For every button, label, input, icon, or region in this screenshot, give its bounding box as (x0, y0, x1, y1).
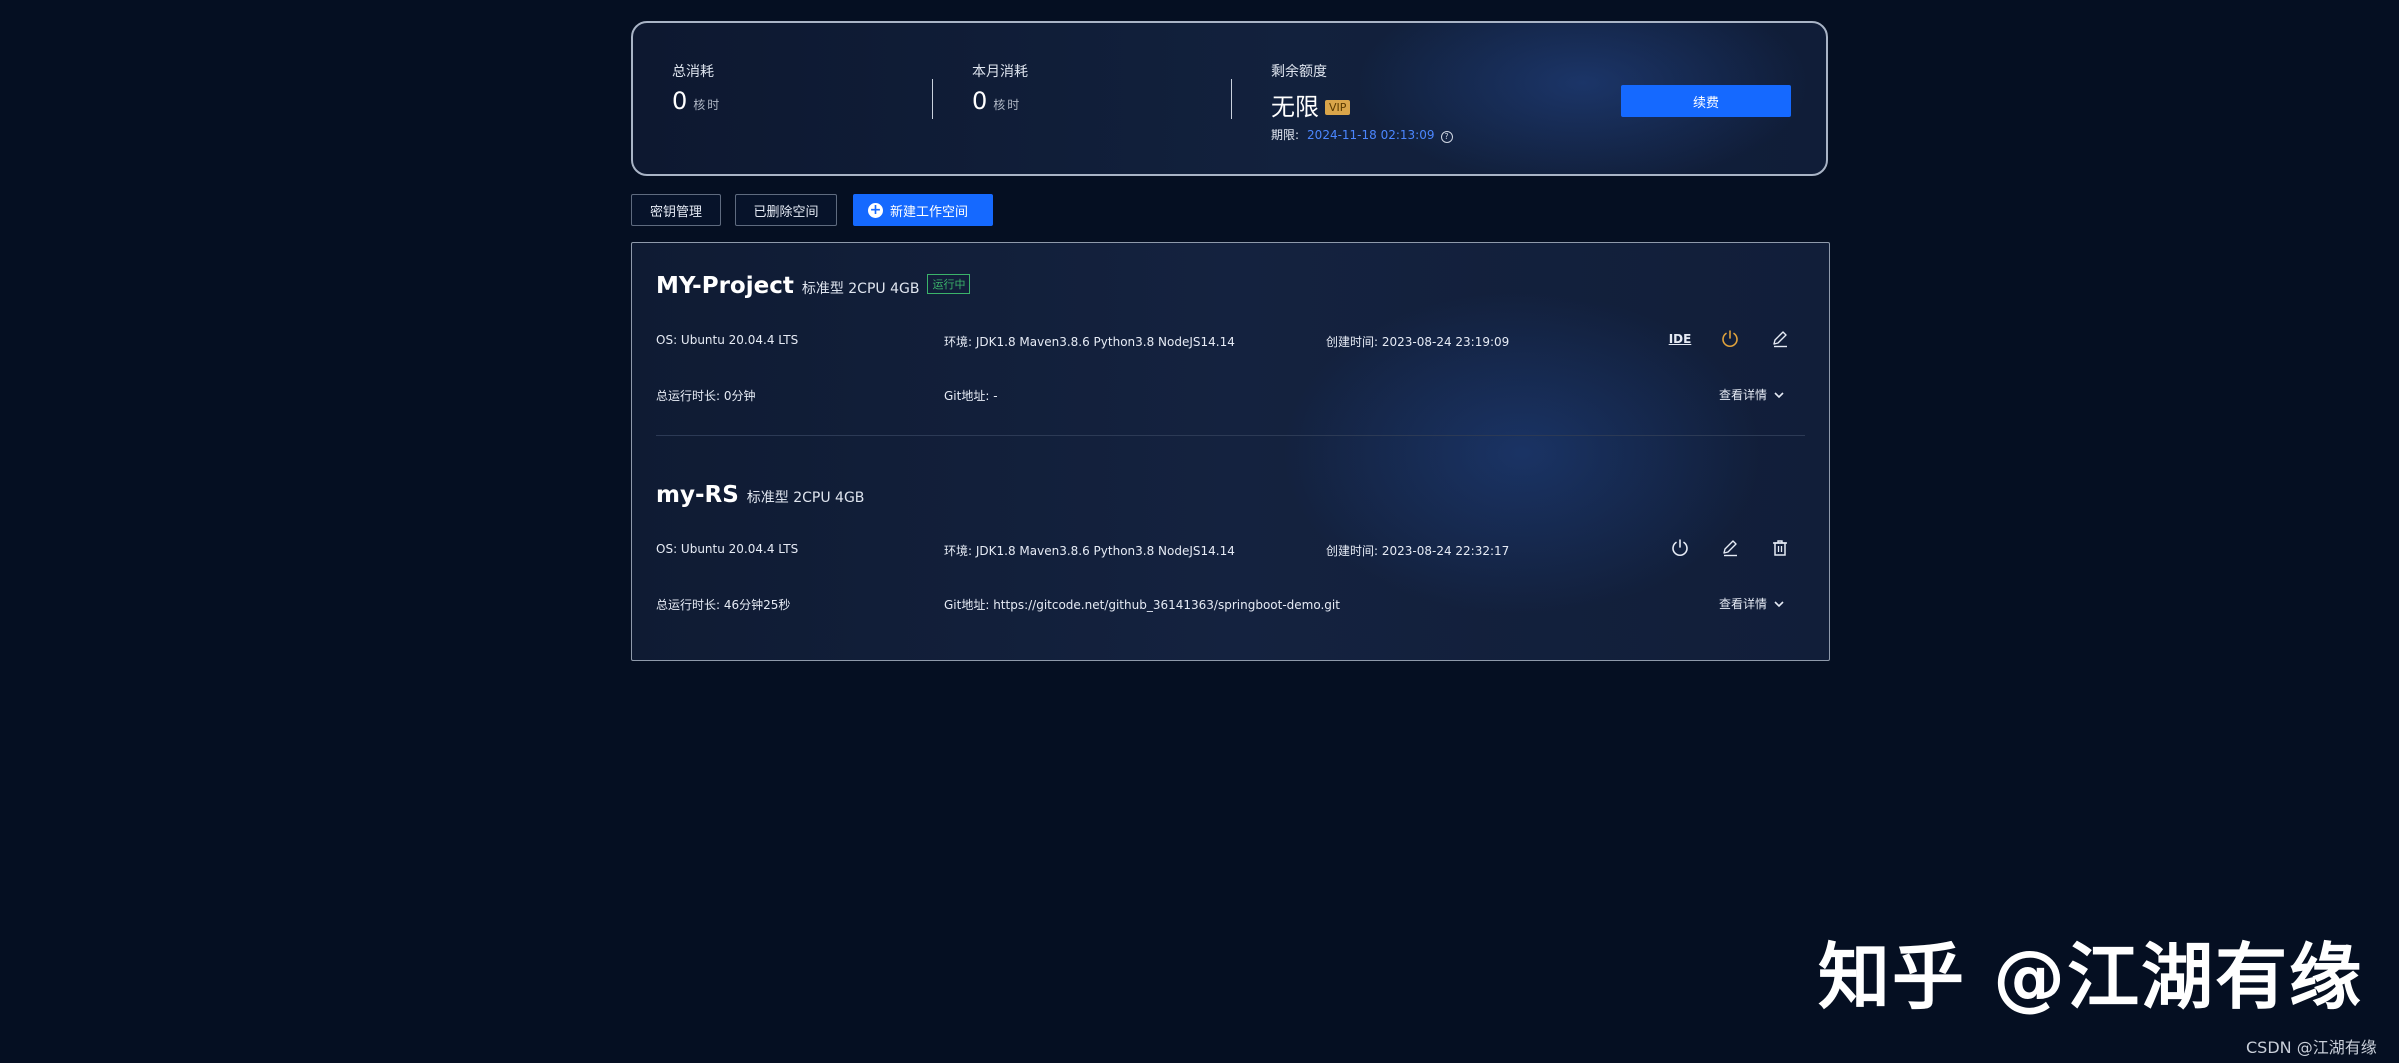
csdn-watermark: CSDN @江湖有缘 (2246, 1038, 2377, 1057)
renew-button[interactable]: 续费 (1621, 85, 1791, 117)
status-badge: 运行中 (927, 274, 971, 294)
zhihu-watermark: 知乎 @江湖有缘 (1818, 935, 2364, 1019)
workspace-actions: IDE (1644, 325, 1794, 353)
total-consumption: 总消耗 0 核时 (672, 61, 721, 115)
workspace-title-row: my-RS 标准型 2CPU 4GB (656, 482, 864, 508)
vip-badge: VIP (1325, 100, 1351, 115)
workspace-title-row: MY-Project 标准型 2CPU 4GB 运行中 (656, 273, 971, 299)
total-consumption-unit: 核时 (693, 98, 722, 112)
workspace-name[interactable]: MY-Project (656, 273, 794, 299)
usage-summary-card: 总消耗 0 核时 本月消耗 0 核时 剩余额度 无限 VIP 期限: 2024-11-1… (631, 21, 1828, 176)
view-details-label: 查看详情 (1719, 597, 1768, 611)
remaining-quota-value: 无限 (1271, 93, 1319, 121)
expire-label: 期限: (1271, 128, 1300, 142)
workspace-card: MY-Project 标准型 2CPU 4GB 运行中 OS: Ubuntu 2… (656, 273, 1806, 413)
new-workspace-label: 新建工作空间 (890, 204, 969, 220)
remaining-quota-label: 剩余额度 (1271, 64, 1327, 80)
ide-label: IDE (1668, 332, 1692, 346)
divider (932, 79, 933, 119)
workspace-created: 创建时间: 2023-08-24 23:19:09 (1326, 335, 1510, 349)
workspace-spec: 标准型 2CPU 4GB (746, 490, 865, 506)
total-consumption-value: 0 (672, 87, 688, 115)
workspace-actions (1644, 534, 1794, 562)
workspace-os: OS: Ubuntu 20.04.4 LTS (656, 542, 799, 556)
workspace-env: 环境: JDK1.8 Maven3.8.6 Python3.8 NodeJS14… (944, 335, 1235, 349)
workspace-os: OS: Ubuntu 20.04.4 LTS (656, 333, 799, 347)
workspace-card: my-RS 标准型 2CPU 4GB OS: Ubuntu 20.04.4 LT… (656, 482, 1806, 622)
view-details-link[interactable]: 查看详情 (1719, 595, 1785, 612)
workspace-spec: 标准型 2CPU 4GB (801, 281, 920, 297)
expire-row: 期限: 2024-11-18 02:13:09? (1271, 126, 1453, 143)
view-details-link[interactable]: 查看详情 (1719, 386, 1785, 403)
trash-icon[interactable] (1766, 534, 1794, 562)
divider (1231, 79, 1232, 119)
workspace-runtime: 总运行时长: 46分钟25秒 (656, 598, 791, 612)
divider (656, 435, 1805, 436)
total-consumption-label: 总消耗 (672, 64, 714, 80)
month-consumption: 本月消耗 0 核时 (972, 61, 1028, 115)
workspace-env: 环境: JDK1.8 Maven3.8.6 Python3.8 NodeJS14… (944, 544, 1235, 558)
ide-button[interactable]: IDE (1666, 325, 1694, 353)
new-workspace-button[interactable]: + 新建工作空间 (853, 194, 993, 226)
power-icon[interactable] (1716, 325, 1744, 353)
deleted-spaces-button[interactable]: 已删除空间 (735, 194, 837, 226)
workspace-git: Git地址: https://gitcode.net/github_361413… (944, 598, 1340, 612)
workspace-list: MY-Project 标准型 2CPU 4GB 运行中 OS: Ubuntu 2… (631, 242, 1830, 661)
edit-icon[interactable] (1766, 325, 1794, 353)
edit-icon[interactable] (1716, 534, 1744, 562)
month-consumption-label: 本月消耗 (972, 64, 1028, 80)
workspace-created: 创建时间: 2023-08-24 22:32:17 (1326, 544, 1510, 558)
month-consumption-unit: 核时 (993, 98, 1022, 112)
question-icon[interactable]: ? (1440, 131, 1453, 143)
workspace-name[interactable]: my-RS (656, 482, 739, 508)
remaining-quota: 剩余额度 无限 VIP 期限: 2024-11-18 02:13:09? (1271, 61, 1453, 143)
power-icon[interactable] (1666, 534, 1694, 562)
key-management-button[interactable]: 密钥管理 (631, 194, 721, 226)
plus-circle-icon: + (868, 201, 883, 218)
chevron-down-icon (1774, 600, 1784, 607)
chevron-down-icon (1774, 391, 1784, 398)
view-details-label: 查看详情 (1719, 388, 1768, 402)
workspace-git: Git地址: - (944, 389, 998, 403)
expire-date: 2024-11-18 02:13:09 (1307, 128, 1435, 142)
month-consumption-value: 0 (972, 87, 988, 115)
workspace-runtime: 总运行时长: 0分钟 (656, 389, 756, 403)
